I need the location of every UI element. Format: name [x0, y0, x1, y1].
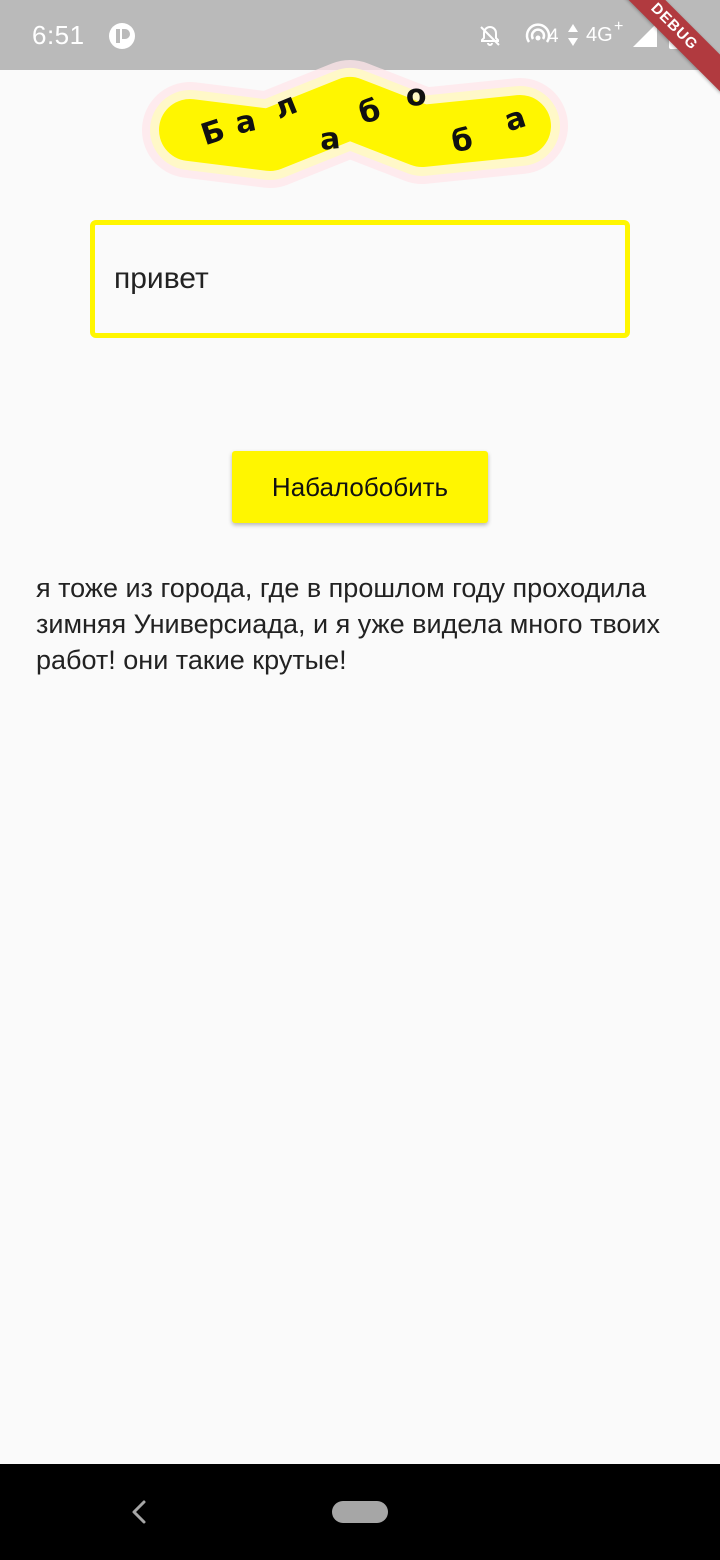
debug-banner: DEBUG — [608, 0, 720, 93]
prompt-input[interactable] — [114, 257, 594, 301]
status-time: 6:51 — [32, 20, 85, 50]
logo-letter: а — [318, 121, 342, 158]
balaboba-logo: Б а л а б о б а — [142, 60, 568, 188]
generated-text: я тоже из города, где в прошлом году про… — [36, 573, 660, 675]
prompt-input-box[interactable] — [90, 220, 630, 338]
alarm-off-icon — [480, 25, 500, 46]
generate-button[interactable]: Набалобобить — [232, 451, 488, 523]
navigation-bar — [0, 1464, 720, 1560]
app-notification-icon — [109, 23, 135, 49]
logo-letter: о — [405, 78, 428, 114]
network-type-label: 4G — [586, 24, 613, 46]
hotspot-count: 4 — [548, 26, 559, 47]
network-plus-label: + — [614, 18, 624, 35]
back-icon[interactable] — [126, 1498, 152, 1526]
home-pill-icon[interactable] — [332, 1501, 388, 1523]
data-arrows-icon — [568, 24, 578, 46]
